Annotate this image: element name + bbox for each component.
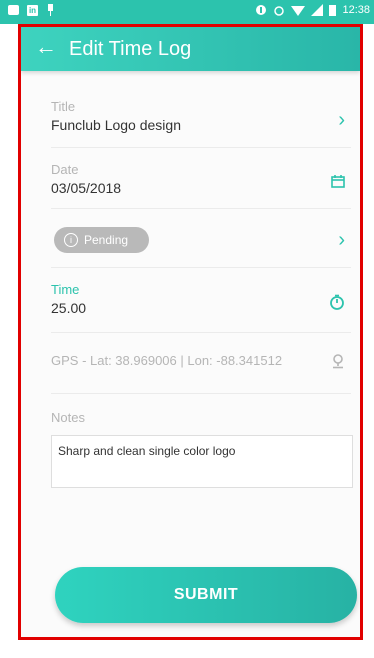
status-bar: in 12:38 [0, 0, 374, 24]
linkedin-icon: in [27, 4, 38, 16]
status-field[interactable]: i Pending › [51, 215, 351, 268]
chevron-right-icon: › [338, 229, 345, 251]
gps-field: GPS - Lat: 38.969006 | Lon: -88.341512 [51, 353, 351, 394]
status-chip[interactable]: i Pending [54, 227, 149, 253]
timer-icon[interactable] [329, 294, 345, 310]
wifi-icon [291, 6, 306, 16]
arrow-left-icon[interactable]: ← [35, 35, 57, 59]
pin-icon [48, 4, 53, 16]
submit-button[interactable]: SUBMIT [55, 567, 357, 623]
location-pin-icon[interactable] [331, 353, 345, 369]
date-value: 03/05/2018 [51, 180, 122, 196]
calendar-icon[interactable] [331, 174, 345, 188]
date-label: Date [51, 162, 79, 177]
time-label: Time [51, 282, 80, 297]
data-saver-icon [256, 5, 267, 15]
status-right-icons: 12:38 [255, 4, 370, 16]
message-icon [8, 5, 19, 15]
title-field[interactable]: Title Funclub Logo design › [51, 99, 351, 148]
toolbar: ← Edit Time Log [21, 27, 360, 71]
title-label: Title [51, 99, 76, 114]
status-left-icons: in [8, 4, 55, 16]
date-field[interactable]: Date 03/05/2018 [51, 162, 351, 209]
notes-label: Notes [51, 410, 85, 425]
battery-icon [329, 5, 337, 16]
page-title: Edit Time Log [69, 38, 192, 60]
status-time: 12:38 [342, 4, 370, 16]
time-field[interactable]: Time 25.00 [51, 282, 351, 333]
alarm-icon [274, 6, 285, 16]
gps-coordinates: GPS - Lat: 38.969006 | Lon: -88.341512 [51, 353, 283, 368]
info-icon: i [64, 233, 78, 247]
title-value: Funclub Logo design [51, 117, 181, 133]
signal-icon [311, 4, 324, 16]
time-value: 25.00 [51, 300, 87, 316]
status-chip-label: Pending [84, 233, 129, 247]
notes-textarea[interactable]: Sharp and clean single color logo [51, 435, 353, 488]
chevron-right-icon: › [338, 109, 345, 131]
screen-frame: ← Edit Time Log Title Funclub Logo desig… [18, 24, 363, 640]
